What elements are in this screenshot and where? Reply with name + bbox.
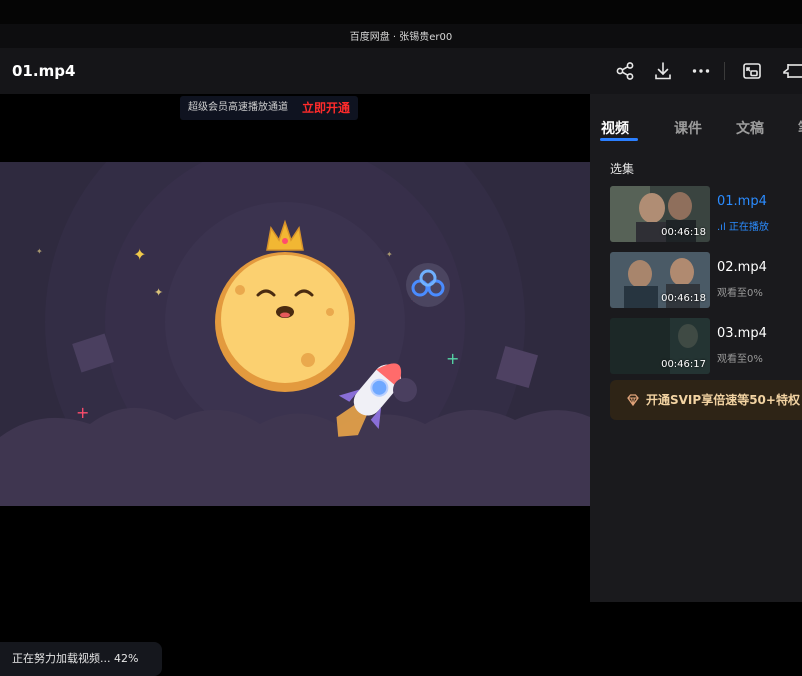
episode-status: 观看至0%: [717, 354, 763, 365]
episode-thumbnail: 00:46:17: [610, 318, 710, 374]
svg-text:✦: ✦: [386, 250, 393, 259]
download-icon[interactable]: [652, 60, 674, 82]
episode-status: 观看至0%: [717, 288, 763, 299]
title-bar: 百度网盘 · 张锡贵er00: [0, 0, 802, 48]
svg-text:✦: ✦: [36, 247, 43, 256]
episode-item[interactable]: 00:46:17 03.mp4 观看至0%: [610, 318, 800, 374]
window-title: 百度网盘 · 张锡贵er00: [349, 32, 453, 43]
episode-item[interactable]: 00:46:18 01.mp4 .ıl 正在播放: [610, 186, 800, 242]
episode-duration: 00:46:18: [661, 293, 706, 304]
episode-duration: 00:46:18: [661, 227, 706, 238]
svg-text:✦: ✦: [154, 286, 163, 299]
toolbar-divider: [724, 62, 725, 80]
tab-courseware[interactable]: 课件: [674, 118, 702, 138]
loading-status: 正在努力加载视频... 42%: [0, 642, 162, 676]
share-icon[interactable]: [614, 60, 636, 82]
title-bar-strip: [0, 0, 802, 24]
svip-promo-banner[interactable]: 超级会员高速播放通道 立即开通: [180, 96, 358, 120]
episode-thumbnail: 00:46:18: [610, 186, 710, 242]
tab-video[interactable]: 视频: [601, 118, 629, 138]
episode-sidebar: 视频 课件 文稿 笔 选集 00:46:18 01.mp4 .ıl 正在播放: [590, 94, 802, 602]
player-header: 01.mp4: [0, 48, 802, 94]
more-icon[interactable]: [690, 60, 712, 82]
episode-thumbnail: 00:46:18: [610, 252, 710, 308]
episode-status: .ıl 正在播放: [717, 218, 769, 233]
loading-illustration: ✦ ✦ ✦ ✦ + + +: [0, 162, 590, 506]
episode-duration: 00:46:17: [661, 359, 706, 370]
tab-transcript[interactable]: 文稿: [736, 118, 764, 138]
svip-upsell-text: 开通SVIP享倍速等50+特权: [646, 393, 800, 407]
episode-item[interactable]: 00:46:18 02.mp4 观看至0%: [610, 252, 800, 308]
episode-name: 03.mp4: [717, 326, 767, 341]
active-tab-indicator: [600, 138, 638, 141]
now-playing-icon: .ıl: [717, 222, 729, 233]
episode-name: 02.mp4: [717, 260, 767, 275]
episode-name: 01.mp4: [717, 194, 767, 209]
promo-text: 超级会员高速播放通道: [188, 102, 288, 113]
episodes-heading: 选集: [610, 162, 635, 176]
pin-icon[interactable]: [780, 60, 802, 82]
picture-in-picture-icon[interactable]: [741, 60, 763, 82]
diamond-icon: [627, 394, 639, 407]
tab-notes[interactable]: 笔: [798, 118, 802, 138]
svg-text:+: +: [446, 349, 459, 368]
svip-upsell-button[interactable]: 开通SVIP享倍速等50+特权: [610, 380, 802, 420]
episode-status-text: 正在播放: [728, 222, 769, 233]
file-name: 01.mp4: [12, 62, 76, 80]
svg-text:+: +: [76, 403, 89, 422]
video-player[interactable]: 超级会员高速播放通道 立即开通 ✦ ✦ ✦ ✦ + + +: [0, 94, 590, 676]
svg-text:✦: ✦: [133, 245, 146, 264]
promo-open-button[interactable]: 立即开通: [302, 96, 350, 120]
